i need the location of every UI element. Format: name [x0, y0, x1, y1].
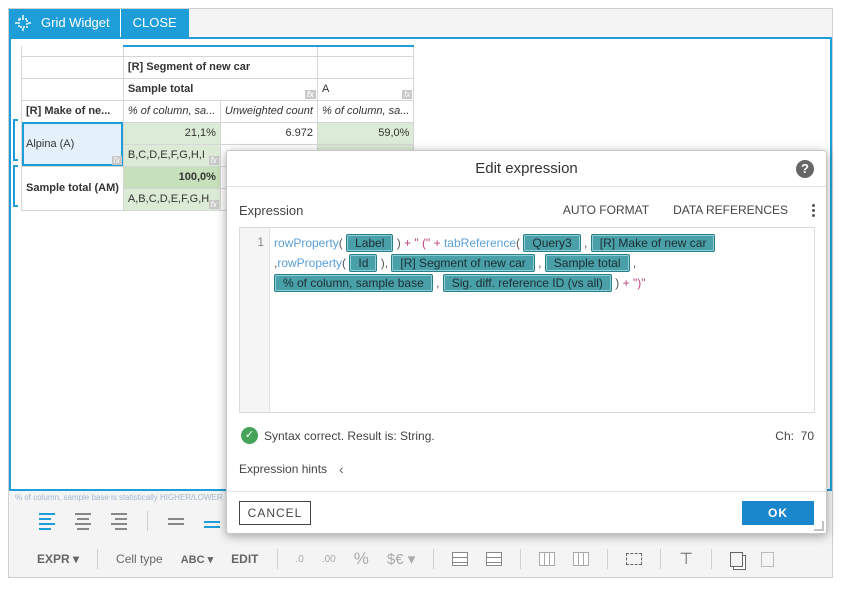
copy-icon[interactable] [730, 551, 744, 567]
percent-button[interactable]: % [354, 549, 369, 569]
code-operator: + " (" + [404, 236, 441, 250]
cancel-button[interactable]: CANCEL [239, 501, 311, 525]
grid-icon[interactable] [539, 552, 556, 566]
dialog-footer: CANCEL OK [227, 491, 826, 533]
code-function: tabReference [443, 236, 517, 250]
edit-button[interactable]: EDIT [231, 552, 258, 566]
code-token[interactable]: Sig. diff. reference ID (vs all) [442, 274, 612, 292]
expr-dropdown[interactable]: EXPR ▾ [37, 552, 79, 566]
code-token[interactable]: Label [346, 234, 394, 252]
grid-all-icon[interactable] [573, 552, 590, 566]
expand-icon[interactable] [626, 553, 643, 565]
code-token[interactable]: [R] Segment of new car [391, 254, 535, 272]
code-token[interactable]: Id [349, 254, 378, 272]
close-button[interactable]: CLOSE [121, 9, 189, 37]
sub-header[interactable]: Unweighted count [219, 99, 318, 123]
sub-header[interactable]: % of column, sa... [122, 99, 221, 123]
ok-button[interactable]: OK [742, 501, 814, 525]
check-circle-icon: ✓ [241, 427, 258, 444]
expression-hints-toggle[interactable]: Expression hints ‹ [239, 461, 344, 477]
valign-middle-icon[interactable] [204, 520, 220, 528]
auto-format-button[interactable]: AUTO FORMAT [563, 203, 649, 217]
align-right-icon[interactable] [111, 512, 127, 530]
abc-dropdown[interactable]: ABC ▾ [181, 553, 213, 566]
expression-label: Expression [239, 202, 304, 218]
code-operator: + ")" [622, 276, 646, 290]
code-token[interactable]: Query3 [523, 234, 581, 252]
column-a-header[interactable]: Afx [316, 77, 415, 101]
align-center-icon[interactable] [75, 512, 91, 530]
char-count: Ch: 70 [775, 429, 814, 443]
cell-sig[interactable]: A,B,C,D,E,F,G,H fx [122, 187, 221, 211]
toolbar-row: EXPR ▾ Cell type ABC ▾ EDIT .0 .00 % $€ … [9, 545, 832, 573]
syntax-message: Syntax correct. Result is: String. [264, 428, 435, 443]
edit-expression-dialog: Edit expression ? Expression AUTO FORMAT… [226, 150, 827, 534]
valign-top-icon[interactable] [168, 517, 184, 525]
chevron-left-icon: ‹ [339, 461, 344, 477]
cell-value[interactable]: 59,0% [316, 121, 415, 145]
code-token[interactable]: [R] Make of new car [590, 234, 716, 252]
code-function: rowProperty [277, 256, 343, 270]
insert-table-icon[interactable] [452, 552, 469, 566]
hints-label: Expression hints [239, 462, 328, 476]
syntax-status: ✓ Syntax correct. Result is: String. [241, 427, 435, 444]
decimal-decrease-button[interactable]: .0 [296, 554, 304, 565]
row-label-sample-total[interactable]: Sample total (AM) [21, 165, 124, 211]
delete-table-icon[interactable] [486, 552, 503, 566]
column-group-header[interactable]: [R] Segment of new car [122, 55, 318, 79]
line-number: 1 [240, 228, 270, 412]
row-bracket [13, 119, 18, 161]
cell-value[interactable]: 100,0% [122, 165, 221, 189]
paste-icon[interactable] [761, 551, 775, 567]
code-function: rowProperty [274, 236, 339, 250]
dialog-title: Edit expression ? [227, 151, 826, 187]
cell-value[interactable]: 21,1% [122, 121, 221, 145]
alignment-row [39, 511, 220, 531]
row-label-alpina[interactable]: Alpina (A) fx [21, 121, 124, 167]
cell-value[interactable]: 6.972 [219, 121, 318, 145]
expression-bar: Expression AUTO FORMAT DATA REFERENCES [239, 201, 815, 219]
data-references-button[interactable]: DATA REFERENCES [673, 203, 788, 217]
align-left-icon[interactable] [39, 512, 55, 530]
code-token[interactable]: % of column, sample base [274, 274, 433, 292]
sample-total-header[interactable]: Sample total fx [122, 77, 318, 101]
cell-sig[interactable]: B,C,D,E,F,G,H,I fx [122, 143, 221, 167]
help-icon[interactable]: ? [796, 160, 814, 178]
more-menu-icon[interactable] [812, 203, 815, 217]
decimal-increase-button[interactable]: .00 [322, 554, 336, 565]
cell-type-label: Cell type [116, 552, 163, 566]
sub-header[interactable]: % of column, sa... [316, 99, 415, 123]
footer-hint: % of column, sample base is statisticall… [15, 493, 223, 502]
crosshair-icon[interactable] [9, 9, 37, 37]
widget-title: Grid Widget [37, 9, 121, 37]
row-dimension-header[interactable]: [R] Make of ne... [21, 99, 124, 123]
expression-code[interactable]: rowProperty( Label ) + " (" + tabReferen… [274, 233, 810, 293]
widget-header: Grid Widget CLOSE [9, 9, 189, 37]
clear-format-icon[interactable]: ⊤ [679, 549, 693, 569]
row-bracket [13, 165, 18, 207]
code-token[interactable]: Sample total [544, 254, 630, 272]
currency-dropdown[interactable]: $€ ▾ [387, 550, 415, 568]
resize-handle-icon[interactable] [814, 521, 824, 531]
expression-editor[interactable]: 1 rowProperty( Label ) + " (" + tabRefer… [239, 227, 815, 413]
